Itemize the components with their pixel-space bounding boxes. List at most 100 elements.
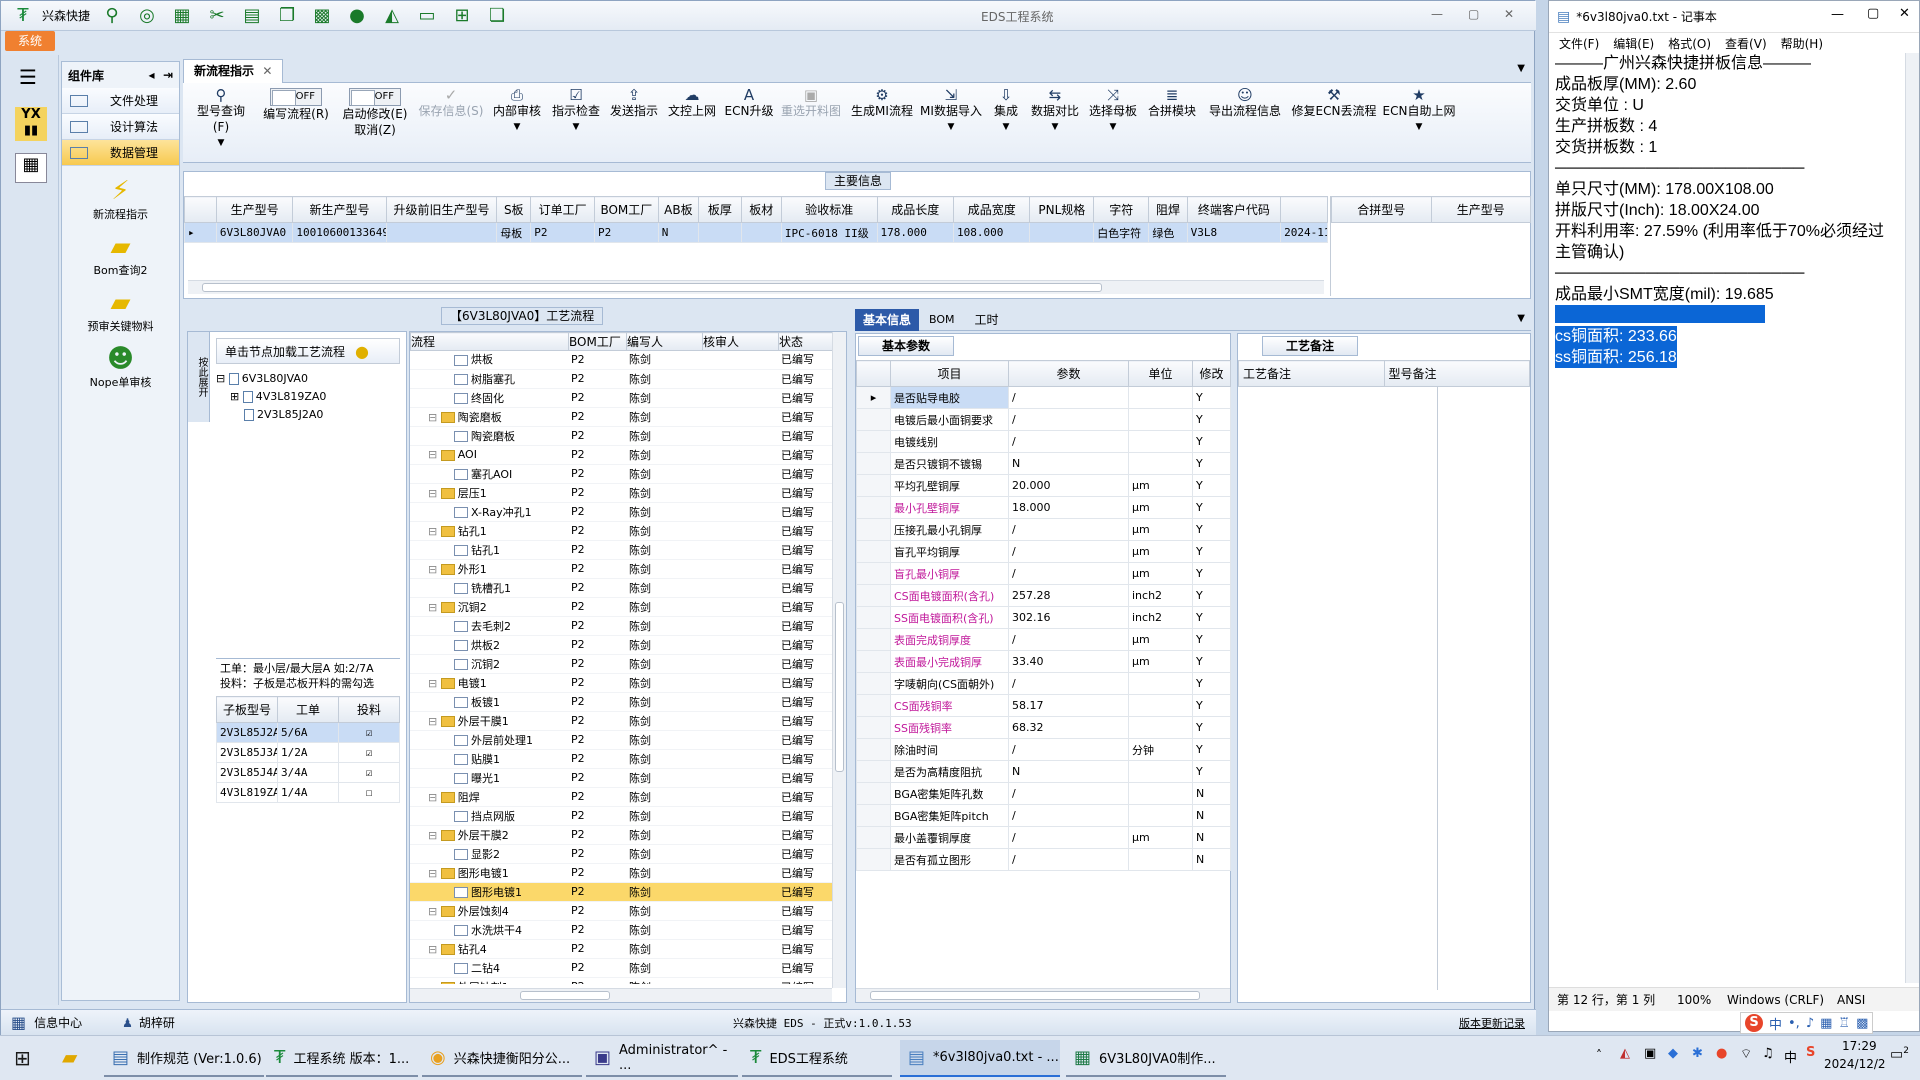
main-info-cell[interactable]	[1029, 222, 1095, 243]
param-header[interactable]: 项目	[890, 360, 1009, 387]
menu-file[interactable]: 文件(F)	[1559, 35, 1599, 52]
process-row[interactable]: 去毛刺2 P2 陈剑 已编写	[410, 616, 832, 636]
tray-wifi-icon[interactable]: ⌔	[1740, 1046, 1752, 1062]
feed-checkbox[interactable]: ☐	[338, 782, 400, 803]
process-row[interactable]: 沉铜2 P2 陈剑 已编写	[410, 654, 832, 674]
main-info-cell[interactable]	[698, 222, 742, 243]
tree-node[interactable]: ⊞ 4V3L819ZA0	[216, 388, 400, 406]
lib-item-data[interactable]: 数据管理	[62, 140, 179, 166]
btn-instruction-check[interactable]: ☑ 指示检查 ▼	[549, 87, 603, 135]
explorer-icon[interactable]: ▰	[62, 1045, 77, 1069]
param-value[interactable]: 20.000	[1008, 474, 1129, 497]
main-info-header[interactable]: 字符	[1093, 196, 1150, 223]
menu-format[interactable]: 格式(O)	[1668, 35, 1711, 52]
param-value[interactable]: /	[1008, 782, 1129, 805]
np-maximize-icon[interactable]: ▢	[1867, 6, 1879, 21]
remarks-textarea[interactable]	[1238, 386, 1438, 990]
process-row[interactable]: ⊟ 外形1 P2 陈剑 已编写	[410, 559, 832, 579]
copy-icon[interactable]: ❐	[274, 4, 300, 28]
main-info-header[interactable]: 验收标准	[780, 196, 878, 223]
main-info-header[interactable]: 成品宽度	[952, 196, 1031, 223]
main-info-cell[interactable]: P2	[530, 222, 595, 243]
task-engsys[interactable]: ₮ 工程系统 版本：1...	[266, 1040, 418, 1077]
process-row[interactable]: 板镀1 P2 陈剑 已编写	[410, 692, 832, 712]
task-admin[interactable]: ▣ Administrator^ - ...	[586, 1040, 738, 1077]
menu-view[interactable]: 查看(V)	[1725, 35, 1767, 52]
menu-icon[interactable]: ☰	[19, 65, 58, 89]
tab-bom[interactable]: BOM	[919, 313, 965, 326]
start-icon[interactable]: ⊞	[14, 1046, 31, 1070]
task-excel[interactable]: ▦ 6V3L80JVA0制作...	[1066, 1040, 1226, 1077]
main-info-header[interactable]: S板	[496, 196, 532, 223]
tray-app-icon[interactable]: ◭	[1620, 1046, 1630, 1061]
clock-date[interactable]: 2024/12/2	[1824, 1057, 1886, 1071]
btn-ecn-self[interactable]: ★ ECN自助上网 ▼	[1381, 87, 1457, 135]
row-indicator[interactable]: ▸	[184, 222, 217, 243]
main-info-hscroll[interactable]	[188, 280, 1324, 294]
param-header[interactable]: 修改	[1192, 360, 1231, 387]
btn-merge-module[interactable]: ≣ 合拼模块	[1145, 87, 1199, 119]
process-row[interactable]: 烘板2 P2 陈剑 已编写	[410, 635, 832, 655]
param-value[interactable]: /	[1008, 562, 1129, 585]
param-row[interactable]: SS面电镀面积(含孔) 302.16 inch2 Y	[856, 606, 1231, 629]
btn-write-flow[interactable]: OFF 编写流程(R)	[261, 87, 331, 122]
pages-icon[interactable]: ❏	[484, 4, 510, 28]
tab-process-remarks[interactable]: 工艺备注	[1262, 336, 1358, 356]
process-row[interactable]: ⊟ 沉铜2 P2 陈剑 已编写	[410, 597, 832, 617]
lib-item-file[interactable]: 文件处理	[62, 88, 179, 114]
sub-board-row[interactable]: 4V3L819ZA01/4A☐	[216, 782, 400, 803]
param-row[interactable]: 电镀后最小面铜要求 / Y	[856, 408, 1231, 431]
param-row[interactable]: 平均孔壁铜厚 20.000 μm Y	[856, 474, 1231, 497]
param-value[interactable]: 33.40	[1008, 650, 1129, 673]
process-row[interactable]: 铣槽孔1 P2 陈剑 已编写	[410, 578, 832, 598]
main-info-cell[interactable]	[385, 222, 498, 243]
np-vscroll[interactable]	[1905, 53, 1919, 983]
tab-basic-params[interactable]: 基本参数	[858, 336, 954, 356]
process-row[interactable]: ⊟ 钻孔4 P2 陈剑 已编写	[410, 939, 832, 959]
param-row[interactable]: 电镀线别 / Y	[856, 430, 1231, 453]
minimize-icon[interactable]: —	[1431, 7, 1443, 21]
btn-export-flow[interactable]: ☺ 导出流程信息	[1204, 87, 1286, 119]
process-row[interactable]: 水洗烘干4 P2 陈剑 已编写	[410, 920, 832, 940]
process-row[interactable]: 陶瓷磨板 P2 陈剑 已编写	[410, 426, 832, 446]
param-value[interactable]: 257.28	[1008, 584, 1129, 607]
process-row[interactable]: ⊟ 外层干膜2 P2 陈剑 已编写	[410, 825, 832, 845]
process-row[interactable]: 二钻4 P2 陈剑 已编写	[410, 958, 832, 978]
process-row[interactable]: 显影2 P2 陈剑 已编写	[410, 844, 832, 864]
tab-dropdown-icon[interactable]: ▼	[1517, 63, 1525, 74]
process-row[interactable]: 外层前处理1 P2 陈剑 已编写	[410, 730, 832, 750]
tray-volume-icon[interactable]: ♫	[1762, 1046, 1774, 1061]
task-notepad[interactable]: ▤ *6v3l80jva0.txt - ...	[900, 1040, 1060, 1077]
process-row[interactable]: ⊟ 电镀1 P2 陈剑 已编写	[410, 673, 832, 693]
tool-bom-query[interactable]: ▰ Bom查询2	[62, 232, 179, 278]
param-value[interactable]: N	[1008, 760, 1129, 783]
process-row[interactable]: 树脂塞孔 P2 陈剑 已编写	[410, 369, 832, 389]
process-row[interactable]: 贴膜1 P2 陈剑 已编写	[410, 749, 832, 769]
main-info-cell[interactable]: 6V3L80JVA0	[215, 222, 294, 243]
main-info-cell[interactable]: 108.000	[952, 222, 1031, 243]
main-info-header[interactable]: 终端客户代码	[1186, 196, 1282, 223]
lib-item-algorithm[interactable]: 设计算法	[62, 114, 179, 140]
table-icon[interactable]: ▦	[169, 4, 195, 28]
main-info-header[interactable]: 订单工厂	[530, 196, 595, 223]
param-value[interactable]: 58.17	[1008, 694, 1129, 717]
calculator-icon[interactable]: ▦	[15, 153, 47, 183]
process-row[interactable]: ⊟ 钻孔1 P2 陈剑 已编写	[410, 521, 832, 541]
param-row[interactable]: BGA密集矩阵pitch / N	[856, 804, 1231, 827]
tab-basic-info[interactable]: 基本信息	[855, 308, 920, 331]
film-icon[interactable]: ▤	[239, 4, 265, 28]
param-value[interactable]: /	[1008, 848, 1129, 871]
main-info-header[interactable]: 板材	[740, 196, 782, 223]
process-row[interactable]: X-Ray冲孔1 P2 陈剑 已编写	[410, 502, 832, 522]
model-remarks-textarea[interactable]	[1454, 386, 1528, 990]
process-row[interactable]: ⊟ 陶瓷磨板 P2 陈剑 已编写	[410, 407, 832, 427]
process-row[interactable]: 图形电镀1 P2 陈剑 已编写	[410, 882, 832, 902]
main-info-header[interactable]: BOM工厂	[593, 196, 659, 223]
param-value[interactable]: 18.000	[1008, 496, 1129, 519]
tray-shield-icon[interactable]: ◆	[1668, 1046, 1678, 1061]
task-browser[interactable]: ◉ 兴森快捷衡阳分公...	[422, 1040, 582, 1077]
maximize-icon[interactable]: ▢	[1468, 7, 1479, 21]
feed-checkbox[interactable]: ☑	[338, 722, 400, 743]
btn-doc-upload[interactable]: ☁ 文控上网	[665, 87, 719, 119]
basic-dropdown-icon[interactable]: ▼	[1517, 313, 1525, 324]
